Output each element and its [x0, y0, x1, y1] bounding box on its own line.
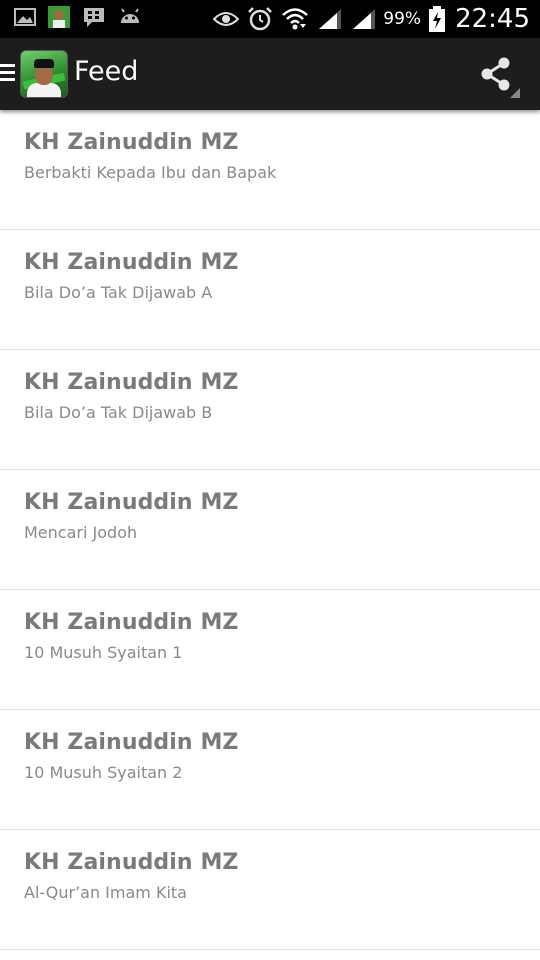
- wifi-icon: [281, 6, 309, 32]
- android-icon: [118, 7, 142, 31]
- system-icons: 99% 22:45: [205, 0, 530, 38]
- item-title: KH Zainuddin MZ: [24, 370, 239, 395]
- notification-icons: [14, 6, 154, 32]
- alarm-icon: [247, 6, 273, 32]
- image-icon: [14, 8, 36, 30]
- item-subtitle: Bila Do’a Tak Dijawab A: [24, 283, 213, 302]
- item-subtitle: Al-Qur’an Imam Kita: [24, 883, 187, 902]
- item-title: KH Zainuddin MZ: [24, 490, 239, 515]
- hamburger-menu-icon[interactable]: [0, 64, 16, 84]
- item-title: KH Zainuddin MZ: [24, 610, 239, 635]
- item-subtitle: 10 Musuh Syaitan 1: [24, 643, 183, 662]
- overflow-indicator-icon: [510, 88, 520, 98]
- item-subtitle: Mencari Jodoh: [24, 523, 138, 542]
- item-title: KH Zainuddin MZ: [24, 850, 239, 875]
- list-item[interactable]: KH Zainuddin MZ 10 Musuh Syaitan 1: [0, 590, 540, 710]
- item-subtitle: Berbakti Kepada Ibu dan Bapak: [24, 163, 277, 182]
- page-title: Feed: [74, 56, 139, 87]
- clock: 22:45: [455, 4, 530, 34]
- list-item[interactable]: KH Zainuddin MZ Al-Qur’an Imam Kita: [0, 830, 540, 950]
- list-item[interactable]: KH Zainuddin MZ 10 Musuh Syaitan 2: [0, 710, 540, 830]
- action-bar: Feed: [0, 38, 540, 110]
- item-title: KH Zainuddin MZ: [24, 730, 239, 755]
- battery-percent: 99%: [383, 9, 422, 29]
- eye-icon: [213, 10, 240, 28]
- status-bar: 99% 22:45: [0, 0, 540, 38]
- battery-charging-icon: [429, 6, 446, 32]
- item-title: KH Zainuddin MZ: [24, 130, 239, 155]
- app-logo[interactable]: [20, 50, 68, 98]
- share-icon[interactable]: [478, 56, 514, 92]
- app-thumbnail-icon: [48, 6, 70, 32]
- list-item[interactable]: KH Zainuddin MZ Berbakti Kepada Ibu dan …: [0, 110, 540, 230]
- list-item[interactable]: KH Zainuddin MZ Mencari Jodoh: [0, 470, 540, 590]
- bbm-icon: [82, 6, 106, 32]
- item-subtitle: 10 Musuh Syaitan 2: [24, 763, 183, 782]
- item-subtitle: Bila Do’a Tak Dijawab B: [24, 403, 213, 422]
- signal-icon: [351, 7, 377, 31]
- list-item[interactable]: KH Zainuddin MZ Bila Do’a Tak Dijawab A: [0, 230, 540, 350]
- signal-icon: [317, 7, 343, 31]
- list-item[interactable]: KH Zainuddin MZ Bila Do’a Tak Dijawab B: [0, 350, 540, 470]
- feed-list: KH Zainuddin MZ Berbakti Kepada Ibu dan …: [0, 110, 540, 950]
- item-title: KH Zainuddin MZ: [24, 250, 239, 275]
